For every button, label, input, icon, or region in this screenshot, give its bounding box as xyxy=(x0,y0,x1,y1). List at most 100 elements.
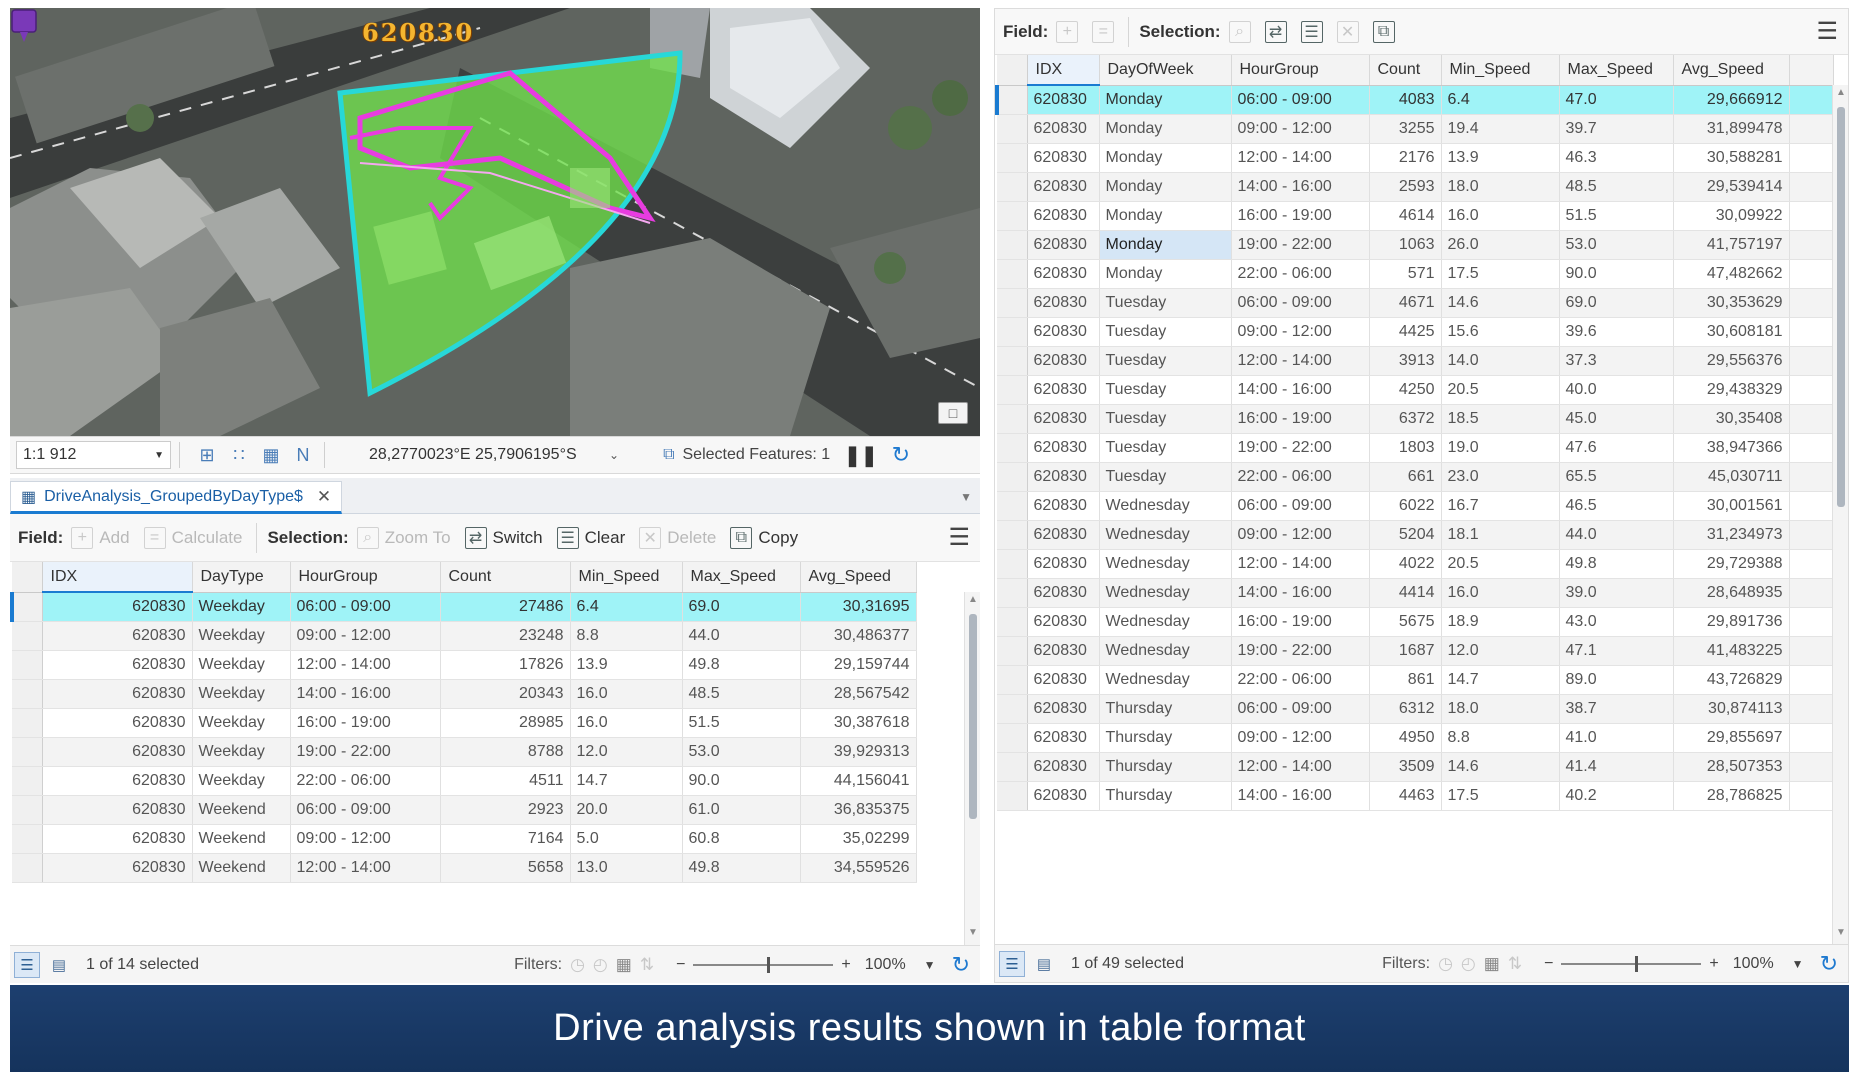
table-cell[interactable]: 12:00 - 14:00 xyxy=(290,853,441,883)
table-cell[interactable]: 20.5 xyxy=(1441,549,1560,579)
table-cell[interactable]: 34,559526 xyxy=(800,853,917,883)
table-row[interactable]: 620830 Monday 19:00 - 22:00 1063 26.0 53.0 41,… xyxy=(997,230,1834,260)
row-selector[interactable] xyxy=(12,708,43,738)
row-selector[interactable] xyxy=(12,679,43,709)
tab-driveanalysis-daytype[interactable]: ▦ DriveAnalysis_GroupedByDayType$ ✕ xyxy=(10,481,343,514)
scroll-down-icon[interactable]: ▼ xyxy=(965,927,980,943)
table-cell[interactable]: 69.0 xyxy=(682,592,801,622)
table-cell[interactable]: 38,947366 xyxy=(1673,433,1790,463)
table-cell[interactable]: 1063 xyxy=(1369,230,1442,260)
table-cell[interactable]: 39,929313 xyxy=(800,737,917,767)
table-cell[interactable]: 14.6 xyxy=(1441,288,1560,318)
table-cell[interactable]: 14:00 - 16:00 xyxy=(290,679,441,709)
table-row[interactable]: 620830 Weekend 12:00 - 14:00 5658 13.0 49.8 34… xyxy=(12,853,917,883)
table-cell[interactable]: 620830 xyxy=(1027,578,1100,608)
table-cell[interactable]: 69.0 xyxy=(1559,288,1674,318)
delete-selection-button[interactable]: ✕ Delete xyxy=(639,526,716,549)
calculate-field-button[interactable]: = xyxy=(1092,20,1115,43)
row-selector[interactable] xyxy=(997,578,1028,608)
table-row[interactable]: 620830 Tuesday 14:00 - 16:00 4250 20.5 40.0 29… xyxy=(997,375,1834,405)
grid-icon[interactable]: ▦ xyxy=(258,442,284,468)
table-cell[interactable]: 620830 xyxy=(1027,549,1100,579)
table-cell[interactable]: Weekday xyxy=(192,650,291,680)
table-cell[interactable]: Wednesday xyxy=(1099,636,1232,666)
zoom-slider[interactable] xyxy=(1561,955,1702,972)
table-cell[interactable]: 06:00 - 09:00 xyxy=(1231,491,1370,521)
row-selector[interactable] xyxy=(12,795,43,825)
switch-selection-button[interactable]: ⇄ Switch xyxy=(464,526,543,549)
table-cell[interactable]: 2923 xyxy=(440,795,571,825)
row-selector[interactable] xyxy=(997,172,1028,202)
table-cell[interactable]: 06:00 - 09:00 xyxy=(1231,288,1370,318)
table-cell[interactable]: 19:00 - 22:00 xyxy=(290,737,441,767)
table-cell[interactable]: 30,35408 xyxy=(1673,404,1790,434)
table-cell[interactable]: Weekday xyxy=(192,592,291,622)
row-selector[interactable] xyxy=(997,462,1028,492)
table-cell[interactable]: 22:00 - 06:00 xyxy=(1231,259,1370,289)
table-cell[interactable]: 19.4 xyxy=(1441,114,1560,144)
table-cell[interactable]: 44.0 xyxy=(682,621,801,651)
table-cell[interactable]: 19.0 xyxy=(1441,433,1560,463)
table-row[interactable]: 620830 Wednesday 06:00 - 09:00 6022 16.7 46.5… xyxy=(997,491,1834,521)
table-cell[interactable]: 14:00 - 16:00 xyxy=(1231,172,1370,202)
table-cell[interactable]: 2593 xyxy=(1369,172,1442,202)
row-selector[interactable] xyxy=(997,752,1028,782)
table-cell[interactable]: Weekday xyxy=(192,737,291,767)
table-cell[interactable]: 17826 xyxy=(440,650,571,680)
table-cell[interactable]: Tuesday xyxy=(1099,433,1232,463)
table-cell[interactable]: 13.9 xyxy=(1441,143,1560,173)
table-cell[interactable]: 1803 xyxy=(1369,433,1442,463)
table-cell[interactable]: 620830 xyxy=(1027,114,1100,144)
table-cell[interactable]: 51.5 xyxy=(1559,201,1674,231)
table-cell[interactable]: 28,648935 xyxy=(1673,578,1790,608)
table-cell[interactable]: 46.3 xyxy=(1559,143,1674,173)
table-cell[interactable]: 5.0 xyxy=(570,824,683,854)
table-cell[interactable]: 22:00 - 06:00 xyxy=(290,766,441,796)
table-cell[interactable]: 28,507353 xyxy=(1673,752,1790,782)
add-field-button[interactable]: + Add xyxy=(71,526,130,549)
vertical-scrollbar[interactable]: ▲ ▼ xyxy=(1832,85,1848,945)
table-cell[interactable]: 18.1 xyxy=(1441,520,1560,550)
table-cell[interactable]: 20.0 xyxy=(570,795,683,825)
row-selector[interactable] xyxy=(12,824,43,854)
table-cell[interactable]: 39.6 xyxy=(1559,317,1674,347)
table-cell[interactable]: 620830 xyxy=(1027,375,1100,405)
zoom-in-icon[interactable]: + xyxy=(841,956,850,974)
table-cell[interactable]: 5675 xyxy=(1369,607,1442,637)
table-cell[interactable]: 27486 xyxy=(440,592,571,622)
table-cell[interactable]: 620830 xyxy=(42,621,193,651)
table-cell[interactable]: 39.7 xyxy=(1559,114,1674,144)
copy-selection-button[interactable]: ⧉ xyxy=(1372,20,1395,43)
table-cell[interactable]: 47.6 xyxy=(1559,433,1674,463)
table-cell[interactable]: 39.0 xyxy=(1559,578,1674,608)
hamburger-menu-icon[interactable]: ☰ xyxy=(1816,17,1838,46)
table-cell[interactable]: 4250 xyxy=(1369,375,1442,405)
table-cell[interactable]: 7164 xyxy=(440,824,571,854)
calculate-field-button[interactable]: = Calculate xyxy=(143,526,242,549)
table-cell[interactable]: Tuesday xyxy=(1099,462,1232,492)
table-cell[interactable]: 12:00 - 14:00 xyxy=(1231,143,1370,173)
table-cell[interactable]: 620830 xyxy=(1027,288,1100,318)
table-cell[interactable]: 620830 xyxy=(42,592,193,622)
table-cell[interactable]: 620830 xyxy=(1027,85,1100,115)
column-header[interactable]: Max_Speed xyxy=(682,562,801,593)
row-selector[interactable] xyxy=(997,114,1028,144)
table-cell[interactable]: 14.7 xyxy=(1441,665,1560,695)
table-cell[interactable]: Tuesday xyxy=(1099,404,1232,434)
column-header[interactable]: DayType xyxy=(192,562,291,593)
table-cell[interactable]: 29,556376 xyxy=(1673,346,1790,376)
table-cell[interactable]: Tuesday xyxy=(1099,288,1232,318)
column-header[interactable]: Avg_Speed xyxy=(1673,55,1790,86)
table-cell[interactable]: 16:00 - 19:00 xyxy=(1231,201,1370,231)
selected-records-view-icon[interactable]: ▤ xyxy=(1031,951,1057,977)
table-cell[interactable]: 620830 xyxy=(1027,317,1100,347)
zoom-slider-thumb[interactable] xyxy=(767,956,771,973)
table-cell[interactable]: 44.0 xyxy=(1559,520,1674,550)
table-cell[interactable]: 620830 xyxy=(1027,636,1100,666)
table-cell[interactable]: 30,387618 xyxy=(800,708,917,738)
table-cell[interactable]: 49.8 xyxy=(682,853,801,883)
table-cell[interactable]: 5658 xyxy=(440,853,571,883)
table-cell[interactable]: 19:00 - 22:00 xyxy=(1231,433,1370,463)
table-cell[interactable]: 43.0 xyxy=(1559,607,1674,637)
table-cell[interactable]: Weekend xyxy=(192,824,291,854)
